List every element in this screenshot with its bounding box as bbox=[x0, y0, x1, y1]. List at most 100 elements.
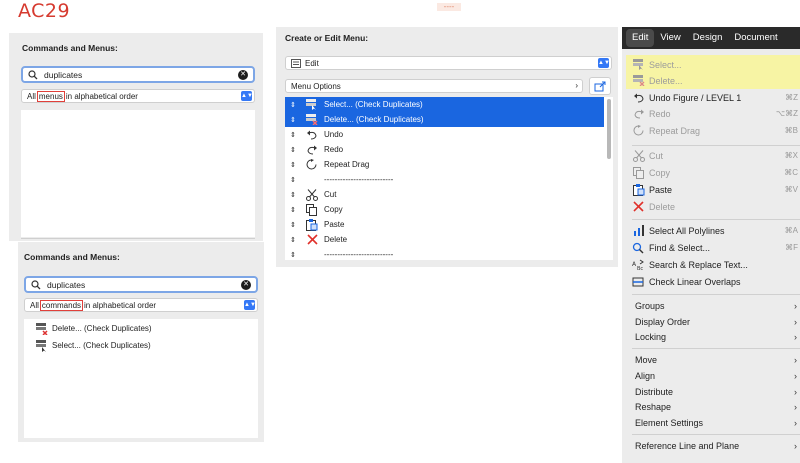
menu-item-label: Element Settings bbox=[635, 417, 704, 428]
reorder-handle[interactable]: ⇕ bbox=[288, 116, 298, 124]
menu-row[interactable]: ⇕ Delete... (Check Duplicates) bbox=[285, 112, 604, 127]
paste-icon bbox=[306, 218, 318, 231]
select-dup-icon bbox=[36, 339, 46, 352]
menu-row-separator[interactable]: ⇕ -------------------------- bbox=[285, 172, 393, 187]
reorder-handle[interactable]: ⇕ bbox=[288, 131, 298, 139]
menu-row-label: Copy bbox=[324, 205, 343, 214]
menu-item-cut[interactable]: Cut ⌘X bbox=[622, 148, 800, 163]
menu-item-groups[interactable]: Groups › bbox=[622, 298, 800, 313]
menu-row[interactable]: ⇕ Repeat Drag bbox=[285, 157, 369, 172]
results-list[interactable] bbox=[21, 110, 255, 237]
menu-item-label: Cut bbox=[649, 150, 664, 161]
menu-row[interactable]: ⇕ Redo bbox=[285, 142, 343, 157]
menu-items-list[interactable]: ⇕ Select... (Check Duplicates) ⇕ Delete.… bbox=[285, 97, 613, 260]
clear-search-icon[interactable]: ✕ bbox=[238, 70, 248, 80]
menu-row-label: -------------------------- bbox=[324, 250, 394, 259]
export-icon bbox=[594, 81, 606, 91]
menu-row-label: Cut bbox=[324, 190, 337, 199]
clear-search-icon[interactable]: ✕ bbox=[241, 280, 251, 290]
search-input[interactable]: duplicates ✕ bbox=[24, 276, 258, 293]
list-item[interactable]: Delete... (Check Duplicates) bbox=[36, 321, 152, 336]
menu-row[interactable]: ⇕ Select... (Check Duplicates) bbox=[285, 97, 604, 112]
menu-item-select[interactable]: Select... bbox=[622, 57, 800, 72]
menu-item-select-all-polylines[interactable]: Select All Polylines ⌘A bbox=[622, 223, 800, 238]
menu-item-copy[interactable]: Copy ⌘C bbox=[622, 165, 800, 180]
menu-row[interactable]: ⇕ Paste bbox=[285, 217, 344, 232]
menu-item-distribute[interactable]: Distribute › bbox=[622, 384, 800, 399]
panel-title: Create or Edit Menu: bbox=[285, 33, 369, 43]
menu-options-label: Menu Options bbox=[291, 81, 341, 91]
menu-item-delete-dup[interactable]: Delete... bbox=[622, 73, 800, 88]
menu-item-repeat-drag[interactable]: Repeat Drag ⌘B bbox=[622, 123, 800, 138]
reorder-handle[interactable]: ⇕ bbox=[288, 161, 298, 169]
reorder-handle[interactable]: ⇕ bbox=[288, 176, 298, 184]
list-item-label: Delete... (Check Duplicates) bbox=[52, 324, 152, 333]
menu-options-select[interactable]: Menu Options › bbox=[285, 79, 583, 93]
export-button[interactable] bbox=[589, 77, 611, 95]
search-input[interactable]: duplicates ✕ bbox=[21, 66, 255, 83]
menu-item-search-replace[interactable]: A Bc Search & Replace Text... bbox=[622, 257, 800, 272]
menu-item-delete[interactable]: Delete bbox=[622, 199, 800, 214]
results-list[interactable]: Delete... (Check Duplicates) Select... (… bbox=[24, 319, 258, 438]
menu-item-check-linear-overlaps[interactable]: Check Linear Overlaps bbox=[622, 274, 800, 289]
chevron-right-icon: › bbox=[794, 417, 797, 428]
menubar-item-edit[interactable]: Edit bbox=[626, 29, 655, 47]
reorder-handle[interactable]: ⇕ bbox=[288, 221, 298, 229]
chevron-updown-icon: ▲▼ bbox=[241, 91, 253, 101]
menu-item-label: Find & Select... bbox=[649, 242, 711, 253]
list-item[interactable]: Select... (Check Duplicates) bbox=[36, 338, 151, 353]
menu-row-separator[interactable]: ⇕ -------------------------- bbox=[285, 247, 393, 260]
menu-item-reference-line[interactable]: Reference Line and Plane › bbox=[622, 438, 800, 453]
menu-item-align[interactable]: Align › bbox=[622, 368, 800, 383]
menu-row[interactable]: ⇕ Cut bbox=[285, 187, 336, 202]
chevron-right-icon: › bbox=[794, 440, 797, 451]
select-dup-icon bbox=[306, 99, 318, 111]
menu-item-label: Redo bbox=[649, 108, 671, 119]
menu-separator bbox=[632, 145, 800, 146]
menu-select[interactable]: Edit ▲▼ bbox=[285, 56, 612, 70]
menu-item-locking[interactable]: Locking › bbox=[622, 329, 800, 344]
menu-item-find-select[interactable]: Find & Select... ⌘F bbox=[622, 240, 800, 255]
menu-item-label: Groups bbox=[635, 300, 665, 311]
menu-separator bbox=[632, 219, 800, 220]
filter-prefix: All bbox=[30, 300, 39, 310]
menu-item-display-order[interactable]: Display Order › bbox=[622, 314, 800, 329]
menubar: Edit View Design Document bbox=[622, 27, 800, 49]
filter-select[interactable]: All commands in alphabetical order ▲▼ bbox=[24, 298, 258, 312]
chevron-right-icon: › bbox=[794, 300, 797, 311]
reorder-handle[interactable]: ⇕ bbox=[288, 191, 298, 199]
menu-item-undo[interactable]: Undo Figure / LEVEL 1 ⌘Z bbox=[622, 90, 800, 105]
menu-item-redo[interactable]: Redo ⌥⌘Z bbox=[622, 106, 800, 121]
scrollbar-thumb[interactable] bbox=[607, 99, 611, 159]
menu-item-paste[interactable]: Paste ⌘V bbox=[622, 182, 800, 197]
menubar-item-view[interactable]: View bbox=[654, 29, 686, 47]
shortcut: ⌘B bbox=[784, 126, 798, 135]
menu-item-move[interactable]: Move › bbox=[622, 352, 800, 367]
menu-separator bbox=[632, 434, 800, 435]
menu-row[interactable]: ⇕ Undo bbox=[285, 127, 343, 142]
menubar-item-document[interactable]: Document bbox=[728, 29, 783, 47]
shortcut: ⌥⌘Z bbox=[775, 109, 798, 118]
menu-row[interactable]: ⇕ Delete bbox=[285, 232, 347, 247]
reorder-handle[interactable]: ⇕ bbox=[288, 251, 298, 259]
reorder-handle[interactable]: ⇕ bbox=[288, 206, 298, 214]
chevron-right-icon: › bbox=[794, 354, 797, 365]
menubar-item-design[interactable]: Design bbox=[687, 29, 729, 47]
menu-item-label: Search & Replace Text... bbox=[649, 259, 748, 270]
menu-row-label: -------------------------- bbox=[324, 175, 394, 184]
menu-row[interactable]: ⇕ Copy bbox=[285, 202, 343, 217]
menu-item-element-settings[interactable]: Element Settings › bbox=[622, 415, 800, 430]
chevron-updown-icon: ▲▼ bbox=[598, 58, 610, 68]
commands-panel-menus: Commands and Menus: duplicates ✕ All men… bbox=[9, 33, 263, 241]
reorder-handle[interactable]: ⇕ bbox=[288, 236, 298, 244]
search-replace-icon: A Bc bbox=[632, 258, 645, 271]
linear-overlaps-icon bbox=[632, 275, 645, 288]
reorder-handle[interactable]: ⇕ bbox=[288, 101, 298, 109]
menu-row-label: Delete bbox=[324, 235, 348, 244]
reorder-handle[interactable]: ⇕ bbox=[288, 146, 298, 154]
menu-item-reshape[interactable]: Reshape › bbox=[622, 399, 800, 414]
menu-item-label: Move bbox=[635, 354, 658, 365]
repeat-icon bbox=[306, 159, 318, 171]
filter-select[interactable]: All menus in alphabetical order ▲▼ bbox=[21, 89, 255, 103]
chevron-right-icon: › bbox=[794, 386, 797, 397]
